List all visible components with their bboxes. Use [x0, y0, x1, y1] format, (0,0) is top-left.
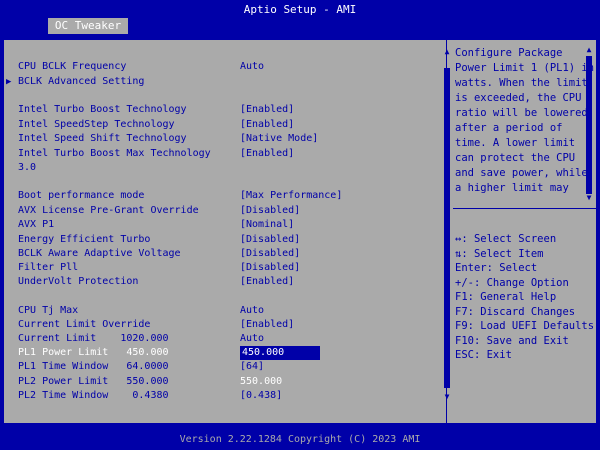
- setting-label: AVX P1: [18, 219, 55, 230]
- key-hint: F9: Load UEFI Defaults: [455, 320, 595, 332]
- key-hint: F7: Discard Changes: [455, 305, 576, 318]
- setting-value[interactable]: [Enabled]: [240, 275, 294, 289]
- help-divider: [453, 208, 596, 209]
- setting-value[interactable]: [Enabled]: [240, 318, 294, 332]
- help-scroll-up-icon[interactable]: ▲: [585, 46, 593, 54]
- setting-label: PL1 Power Limit 450.000: [18, 347, 169, 358]
- setting-label: CPU Tj Max: [18, 305, 79, 316]
- setting-row[interactable]: Boot performance mode [Max Performance]: [18, 189, 342, 203]
- setting-label: PL2 Time Window 0.4380: [18, 390, 169, 401]
- setting-row[interactable]: Current Limit Override [Enabled]: [18, 318, 294, 332]
- tab-bar: OC Tweaker: [0, 18, 600, 34]
- setting-row[interactable]: Intel SpeedStep Technology [Enabled]: [18, 118, 294, 132]
- submenu-arrow-icon: ▶: [6, 77, 12, 87]
- setting-value[interactable]: 550.000: [240, 375, 282, 389]
- setting-label: BCLK Aware Adaptive Voltage: [18, 248, 181, 259]
- setting-label: Filter Pll: [18, 262, 79, 273]
- tab-oc-tweaker[interactable]: OC Tweaker: [48, 18, 128, 34]
- setting-value[interactable]: [0.438]: [240, 389, 282, 403]
- setting-value[interactable]: [Native Mode]: [240, 132, 318, 146]
- help-scrollbar[interactable]: ▲ ▼: [585, 46, 593, 202]
- setting-label: Energy Efficient Turbo: [18, 234, 151, 245]
- settings-list: CPU BCLK Frequency Auto ▶ BCLK Advanced …: [4, 40, 450, 423]
- setting-row[interactable]: Current Limit 1020.000 Auto: [18, 332, 264, 346]
- setting-value[interactable]: Auto: [240, 304, 264, 318]
- setting-label: AVX License Pre-Grant Override: [18, 205, 199, 216]
- setting-label: UnderVolt Protection: [18, 276, 139, 287]
- setting-row[interactable]: Intel Speed Shift Technology [Native Mod…: [18, 132, 318, 146]
- key-hint: F1: General Help: [455, 291, 557, 303]
- setting-row[interactable]: PL2 Power Limit 550.000 550.000: [18, 375, 282, 389]
- setting-row[interactable]: Intel Turbo Boost Max Technology [Enable…: [18, 147, 294, 161]
- key-legend: ↔: Select Screen ⇅: Select Item Enter: S…: [455, 232, 595, 363]
- setting-value[interactable]: [Disabled]: [240, 247, 300, 261]
- setting-value[interactable]: [Disabled]: [240, 261, 300, 275]
- setting-value[interactable]: [Enabled]: [240, 147, 294, 161]
- setting-value[interactable]: Auto: [240, 60, 264, 74]
- setting-row[interactable]: Energy Efficient Turbo [Disabled]: [18, 233, 300, 247]
- setting-label: Current Limit 1020.000: [18, 333, 169, 344]
- setting-row[interactable]: Filter Pll [Disabled]: [18, 261, 300, 275]
- setting-row[interactable]: UnderVolt Protection [Enabled]: [18, 275, 294, 289]
- setting-row[interactable]: CPU BCLK Frequency Auto: [18, 60, 264, 74]
- help-text: Configure Package Power Limit 1 (PL1) in…: [455, 47, 595, 194]
- setting-row[interactable]: Intel Turbo Boost Technology [Enabled]: [18, 103, 294, 117]
- setting-label: CPU BCLK Frequency: [18, 61, 127, 72]
- version-footer: Version 2.22.1284 Copyright (C) 2023 AMI: [0, 430, 600, 450]
- setting-row[interactable]: AVX License Pre-Grant Override [Disabled…: [18, 204, 300, 218]
- setting-row[interactable]: AVX P1 [Nominal]: [18, 218, 294, 232]
- setting-value[interactable]: [Nominal]: [240, 218, 294, 232]
- setting-label: 3.0: [18, 162, 37, 173]
- scroll-up-arrow-icon[interactable]: ▲: [443, 48, 451, 56]
- setting-label: Intel Speed Shift Technology: [18, 133, 187, 144]
- settings-scrollbar[interactable]: ▲ ▼: [443, 48, 451, 401]
- key-hint: +/-: Change Option: [455, 276, 569, 289]
- key-hint: Enter: Select: [455, 262, 538, 274]
- setting-value[interactable]: [Enabled]: [240, 103, 294, 117]
- setting-label: Intel Turbo Boost Max Technology: [18, 148, 211, 159]
- setting-row[interactable]: PL2 Time Window 0.4380 [0.438]: [18, 389, 282, 403]
- key-hint: ESC: Exit: [455, 349, 512, 361]
- setting-label: PL2 Power Limit 550.000: [18, 376, 169, 387]
- help-scrollbar-thumb[interactable]: [586, 56, 592, 194]
- key-hint: F10: Save and Exit: [455, 334, 569, 347]
- help-scroll-down-icon[interactable]: ▼: [585, 194, 593, 202]
- help-panel: Configure Package Power Limit 1 (PL1) in…: [455, 46, 595, 206]
- setting-value[interactable]: Auto: [240, 332, 264, 346]
- setting-label: BCLK Advanced Setting: [18, 76, 145, 87]
- setting-label: Boot performance mode: [18, 190, 145, 201]
- setting-row-selected[interactable]: PL1 Power Limit 450.000 450.000: [18, 346, 320, 360]
- pl1-power-limit-input[interactable]: 450.000: [240, 346, 320, 360]
- scrollbar-thumb[interactable]: [444, 68, 450, 388]
- scroll-down-arrow-icon[interactable]: ▼: [443, 393, 451, 401]
- setting-row[interactable]: PL1 Time Window 64.0000 [64]: [18, 360, 264, 374]
- key-hint: ⇅: Select Item: [455, 247, 544, 260]
- setting-value[interactable]: [Enabled]: [240, 118, 294, 132]
- setting-row[interactable]: BCLK Aware Adaptive Voltage [Disabled]: [18, 247, 300, 261]
- setting-row[interactable]: CPU Tj Max Auto: [18, 304, 264, 318]
- setting-label: Intel Turbo Boost Technology: [18, 104, 187, 115]
- setting-label: Current Limit Override: [18, 319, 151, 330]
- setting-value[interactable]: [Disabled]: [240, 233, 300, 247]
- setting-label: Intel SpeedStep Technology: [18, 119, 175, 130]
- setting-row-continuation: 3.0: [18, 161, 54, 175]
- setting-value[interactable]: [Disabled]: [240, 204, 300, 218]
- setting-label: PL1 Time Window 64.0000: [18, 361, 169, 372]
- window-title: Aptio Setup - AMI: [0, 0, 600, 18]
- setting-value[interactable]: [Max Performance]: [240, 189, 342, 203]
- setting-value[interactable]: [64]: [240, 360, 264, 374]
- key-hint: ↔: Select Screen: [455, 233, 557, 245]
- submenu-bclk-advanced[interactable]: ▶ BCLK Advanced Setting: [6, 75, 144, 89]
